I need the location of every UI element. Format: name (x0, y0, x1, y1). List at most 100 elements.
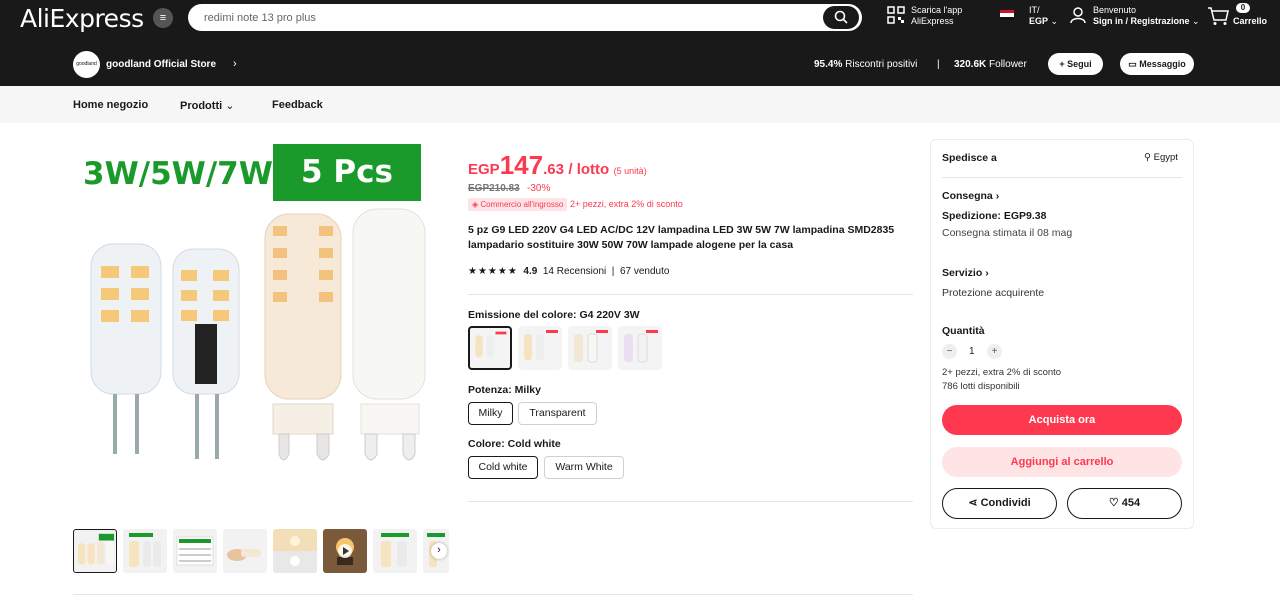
chevron-right-icon: › (985, 267, 989, 279)
rating-score: 4.9 (523, 266, 538, 277)
option-transparent[interactable]: Transparent (518, 402, 597, 425)
chevron-right-icon[interactable]: › (431, 543, 447, 559)
option-cold-white[interactable]: Cold white (468, 456, 538, 479)
image-banner-wattage: 3W/5W/7W (83, 156, 273, 192)
delivery-link[interactable]: Consegna › (942, 190, 999, 202)
delivery-label: Consegna (942, 190, 993, 202)
cart-label[interactable]: Carrello (1233, 16, 1267, 27)
nav-home[interactable]: Home negozio (73, 99, 148, 111)
nav-products[interactable]: Prodotti ⌄ (180, 99, 234, 112)
share-label: Condividi (980, 497, 1031, 509)
thumbnail[interactable] (323, 529, 367, 573)
shipping-cost: Spedizione: EGP9.38 (942, 210, 1047, 222)
buy-now-button[interactable]: Acquista ora (942, 405, 1182, 435)
variant-swatch[interactable] (518, 326, 562, 370)
thumbnail[interactable] (373, 529, 417, 573)
thumbnail[interactable] (273, 529, 317, 573)
store-logo[interactable]: goodland (73, 51, 100, 78)
thumbnail[interactable] (223, 529, 267, 573)
feedback-value: 95.4% (814, 59, 843, 70)
share-button[interactable]: ⋖ Condividi (942, 488, 1057, 519)
service-label: Servizio (942, 267, 983, 279)
heart-icon: ♡ (1108, 497, 1119, 509)
variant-swatch[interactable] (568, 326, 612, 370)
store-feedback: 95.4% Riscontri positivi (814, 59, 917, 70)
tag-icon: ◈ (472, 200, 479, 209)
service-link[interactable]: Servizio › (942, 267, 989, 279)
message-button[interactable]: ▭ Messaggio (1120, 53, 1194, 75)
language-currency[interactable]: IT/ EGP ⌄ (1029, 5, 1058, 27)
user-icon[interactable] (1069, 6, 1087, 24)
increase-quantity-button[interactable]: + (987, 344, 1002, 359)
share-icon: ⋖ (968, 497, 978, 509)
divider (942, 177, 1182, 178)
quantity-label: Quantità (942, 325, 985, 337)
country-name: Egypt (1153, 152, 1178, 163)
price-unit: / lotto (568, 161, 610, 178)
follow-button[interactable]: + Segui (1048, 53, 1103, 75)
qr-code-icon[interactable] (887, 6, 905, 24)
account-menu[interactable]: Benvenuto Sign in / Registrazione ⌄ (1093, 5, 1200, 27)
message-icon: ▭ (1128, 59, 1137, 69)
reviews-link[interactable]: 14 Recensioni (543, 266, 606, 277)
divider (468, 501, 913, 502)
rating-row: ★★★★★ 4.9 14 Recensioni | 67 venduto (468, 266, 669, 277)
aliexpress-logo[interactable]: AliExpress (20, 4, 144, 33)
thumbnail[interactable] (173, 529, 217, 573)
color-label: Colore: Cold white (468, 438, 561, 450)
delivery-estimate: Consegna stimata il 08 mag (942, 227, 1073, 239)
price-integer: 147 (499, 150, 544, 180)
star-rating-icon: ★★★★★ (468, 266, 518, 277)
thumbnail[interactable] (123, 529, 167, 573)
stat-separator: | (937, 59, 940, 70)
cart-icon[interactable] (1207, 6, 1229, 26)
ships-to-label: Spedisce a (942, 152, 997, 164)
buyer-protection: Protezione acquirente (942, 287, 1045, 299)
discount-badge: -30% (527, 183, 551, 194)
account-line2: Sign in / Registrazione (1093, 16, 1190, 26)
price-currency: EGP (468, 161, 500, 178)
search-bar (188, 4, 862, 31)
chevron-down-icon: ⌄ (1192, 16, 1200, 26)
ship-country[interactable]: ⚲ Egypt (1144, 152, 1178, 163)
decrease-quantity-button[interactable]: − (942, 344, 957, 359)
store-followers: 320.6K Follower (954, 59, 1027, 70)
follow-label: Segui (1067, 59, 1092, 69)
thumbnail[interactable] (73, 529, 117, 573)
search-icon (834, 10, 848, 24)
store-name[interactable]: goodland Official Store (106, 59, 216, 70)
app-download[interactable]: Scarica l'app AliExpress (911, 5, 962, 27)
variant-swatch[interactable] (618, 326, 662, 370)
quantity-value[interactable]: 1 (969, 346, 975, 357)
product-title: 5 pz G9 LED 220V G4 LED AC/DC 12V lampad… (468, 224, 895, 251)
top-header: AliExpress ≡ Scarica l'app AliExpress IT… (0, 0, 1280, 86)
chevron-right-icon: › (995, 190, 1000, 202)
product-main-image[interactable]: 3W/5W/7W 5 Pcs (73, 138, 449, 514)
followers-value: 320.6K (954, 59, 987, 70)
chevron-right-icon[interactable]: › (233, 58, 237, 70)
location-pin-icon: ⚲ (1144, 152, 1151, 163)
account-line1: Benvenuto (1093, 5, 1137, 15)
led-bulbs-illustration (90, 208, 426, 461)
divider (73, 594, 913, 595)
app-line2: AliExpress (911, 16, 954, 26)
image-thumbnails: › (73, 529, 449, 573)
search-button[interactable] (823, 6, 859, 29)
search-input[interactable] (204, 8, 804, 27)
extra-discount: 2+ pezzi, extra 2% di sconto (570, 199, 683, 209)
add-to-cart-button[interactable]: Aggiungi al carrello (942, 447, 1182, 477)
message-label: Messaggio (1139, 59, 1186, 69)
bulk-tag: ◈ Commercio all'ingrosso (468, 198, 568, 211)
wishlist-button[interactable]: ♡ 454 (1067, 488, 1182, 519)
option-milky[interactable]: Milky (468, 402, 513, 425)
option-warm-white[interactable]: Warm White (544, 456, 624, 479)
nav-products-label: Prodotti (180, 100, 223, 112)
chevron-down-icon: ⌄ (1050, 16, 1059, 26)
currency-code: EGP (1029, 16, 1049, 26)
menu-icon[interactable]: ≡ (153, 8, 173, 28)
followers-label: Follower (989, 59, 1027, 70)
price-decimal: .63 (543, 161, 564, 178)
plus-icon: + (1059, 59, 1065, 69)
nav-feedback[interactable]: Feedback (272, 99, 323, 111)
variant-swatch[interactable] (468, 326, 512, 370)
